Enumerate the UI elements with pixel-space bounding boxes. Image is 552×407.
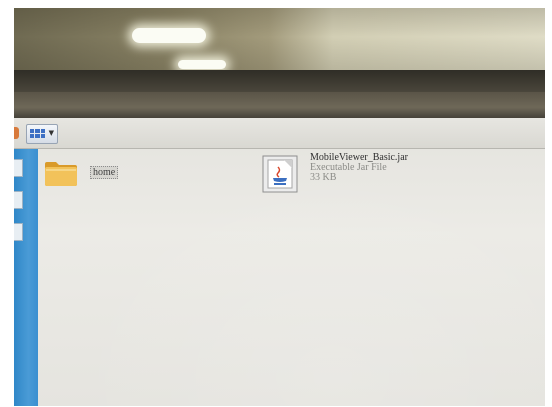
- monitor-bezel: [14, 70, 545, 92]
- java-jar-icon: [262, 155, 298, 193]
- office-ceiling: [14, 8, 545, 72]
- folder-label: home: [90, 166, 119, 179]
- folder-icon: [45, 162, 77, 186]
- file-details: MobileViewer_Basic.jar Executable Jar Fi…: [310, 153, 408, 183]
- file-item-jar[interactable]: MobileViewer_Basic.jar Executable Jar Fi…: [262, 153, 502, 197]
- file-size: 33 KB: [310, 172, 337, 183]
- file-list: home MobileViewer_Basic.jar Executable J…: [38, 149, 545, 406]
- monitor-bezel-inner: [14, 92, 545, 120]
- monitor-photo: ▼ home MobileViewer_Basic.jar Executable…: [14, 8, 545, 406]
- nav-pane-tab[interactable]: [14, 159, 23, 177]
- ceiling-light: [178, 60, 226, 69]
- ceiling-light: [132, 28, 206, 43]
- chevron-down-icon: ▼: [48, 129, 54, 137]
- view-grid-icon: [30, 129, 45, 138]
- explorer-toolbar: ▼: [14, 118, 545, 149]
- view-mode-button[interactable]: ▼: [26, 124, 58, 144]
- nav-pane-tab[interactable]: [14, 191, 23, 209]
- navigation-pane: [14, 149, 38, 406]
- toolbar-button-edge[interactable]: [14, 127, 19, 139]
- file-explorer-window: ▼ home MobileViewer_Basic.jar Executable…: [14, 118, 545, 406]
- ceiling-shadow: [14, 8, 545, 72]
- nav-pane-tab[interactable]: [14, 223, 23, 241]
